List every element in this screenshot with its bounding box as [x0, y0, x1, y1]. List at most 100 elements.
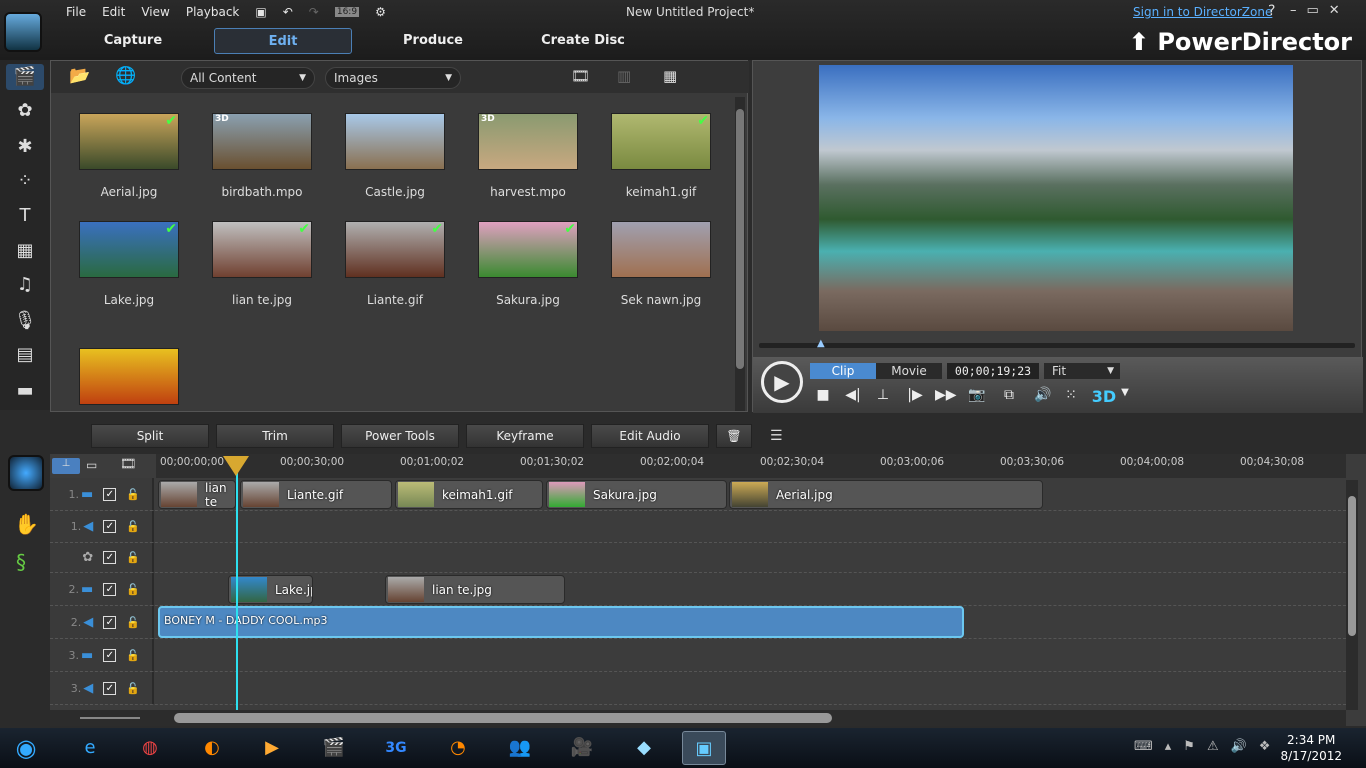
storyboard-view-icon[interactable]: ▭: [86, 458, 97, 472]
library-item[interactable]: ✔ lian te.jpg: [212, 221, 312, 307]
clip-mode-button[interactable]: Clip: [810, 363, 876, 379]
volume-icon[interactable]: 🔊: [1033, 387, 1053, 403]
track-enable-checkbox[interactable]: ✓: [103, 582, 117, 596]
playhead[interactable]: [223, 456, 249, 710]
timeline-track[interactable]: 1. ▬ ✓ 🔓 lian te Liante.gif keimah1.gif Sakura.…: [50, 478, 1346, 511]
scrubber-handle[interactable]: ▲: [817, 338, 825, 349]
upgrade-icon[interactable]: ⬆: [1129, 28, 1149, 56]
library-item[interactable]: Castle.jpg: [345, 113, 445, 199]
stop-icon[interactable]: ■: [813, 387, 833, 403]
redo-icon[interactable]: ↷: [309, 5, 319, 19]
track-lock-icon[interactable]: 🔓: [126, 488, 140, 501]
aspect-ratio-button[interactable]: 16:9: [334, 7, 360, 17]
system-tray-icons[interactable]: ⌨▴⚑⚠🔊❖: [1134, 739, 1282, 754]
library-item[interactable]: [79, 348, 179, 420]
transition-room-icon[interactable]: ▦: [10, 238, 40, 264]
save-icon[interactable]: ▣: [255, 5, 266, 19]
hand-tool-icon[interactable]: ✋: [14, 512, 39, 536]
track-enable-checkbox[interactable]: ✓: [103, 551, 117, 564]
timeline-track[interactable]: 1. ◀ ✓ 🔓: [50, 511, 1346, 543]
menu-view[interactable]: View: [141, 5, 169, 19]
library-item[interactable]: ✔ keimah1.gif: [611, 113, 711, 199]
power-tools-button[interactable]: Power Tools: [341, 424, 459, 448]
split-button[interactable]: Split: [91, 424, 209, 448]
magic-wand-hat-icon[interactable]: [8, 455, 44, 491]
track-enable-checkbox[interactable]: ✓: [103, 520, 117, 533]
sign-in-link[interactable]: Sign in to DirectorZone: [1133, 5, 1272, 19]
timeline-track[interactable]: ✿ ✓ 🔓: [50, 543, 1346, 573]
video-editor-icon[interactable]: 🎬: [312, 731, 356, 765]
add-track-icon[interactable]: 🎞: [120, 457, 137, 472]
keyframe-button[interactable]: Keyframe: [466, 424, 584, 448]
effect-room-icon[interactable]: ✿: [10, 98, 40, 124]
track-enable-checkbox[interactable]: ✓: [103, 648, 117, 662]
timeline-ruler[interactable]: 00;00;00;00 00;00;30;00 00;01;00;02 00;01;3…: [156, 454, 1346, 478]
media-player-icon[interactable]: ▶: [250, 731, 294, 765]
magic-style-icon[interactable]: §: [16, 550, 26, 574]
settings-gear-icon[interactable]: ⚙: [375, 5, 386, 19]
timeline-track[interactable]: 3. ▬ ✓ 🔓: [50, 639, 1346, 672]
track-lock-icon[interactable]: 🔓: [126, 551, 140, 564]
timeline-clip[interactable]: keimah1.gif: [395, 480, 543, 509]
subtitle-room-icon[interactable]: ▬: [10, 378, 40, 404]
next-frame-icon[interactable]: |▶: [905, 387, 925, 403]
messenger-icon[interactable]: 👥: [498, 731, 542, 765]
undock-preview-icon[interactable]: ⧉: [999, 387, 1019, 403]
powerdirector-taskbar-icon[interactable]: ▣: [682, 731, 726, 765]
3d-options-chevron-icon[interactable]: ▼: [1115, 387, 1135, 398]
menu-playback[interactable]: Playback: [186, 5, 240, 19]
timeline-clip[interactable]: Liante.gif: [240, 480, 392, 509]
insert-media-icon[interactable]: 🎞: [571, 67, 590, 85]
menu-edit[interactable]: Edit: [102, 5, 125, 19]
3g-app-icon[interactable]: 3G: [374, 731, 418, 765]
timecode-display[interactable]: 00;00;19;23: [947, 363, 1039, 379]
library-item[interactable]: Sek nawn.jpg: [611, 221, 711, 307]
timeline-clip[interactable]: lian te.jpg: [385, 575, 565, 604]
tab-create-disc[interactable]: Create Disc: [514, 28, 652, 54]
timeline-track[interactable]: 3. ◀ ✓ 🔓: [50, 672, 1346, 705]
library-scrollbar[interactable]: [735, 97, 745, 411]
track-enable-checkbox[interactable]: ✓: [103, 615, 117, 629]
library-item[interactable]: ✔ Lake.jpg: [79, 221, 179, 307]
timeline-clip[interactable]: Lake.jpg: [228, 575, 313, 604]
download-content-icon[interactable]: 🌐: [115, 66, 136, 86]
content-filter-dropdown[interactable]: All Content ▼: [181, 67, 315, 89]
timeline-clip[interactable]: lian te: [158, 480, 236, 509]
chrome-icon[interactable]: ◍: [128, 731, 172, 765]
pip-room-icon[interactable]: ✱: [10, 134, 40, 160]
timeline-track[interactable]: 2.▬ ✓ 🔓 Lake.jpg lian te.jpg: [50, 573, 1346, 606]
timeline-clip[interactable]: Sakura.jpg: [546, 480, 727, 509]
clock[interactable]: 2:34 PM 8/17/2012: [1280, 732, 1342, 764]
snapshot-camera-icon[interactable]: 📷: [967, 387, 987, 403]
split-marker-icon[interactable]: ⊥: [873, 387, 893, 403]
movie-mode-button[interactable]: Movie: [876, 363, 942, 379]
notes-app-icon[interactable]: ◆: [622, 731, 666, 765]
tab-capture[interactable]: Capture: [64, 28, 202, 54]
timeline-vertical-scrollbar[interactable]: [1346, 480, 1358, 710]
display-options-icon[interactable]: ⁙: [1061, 387, 1081, 403]
movie-maker-icon[interactable]: 🎥: [560, 731, 604, 765]
preview-scrubber[interactable]: ▲: [759, 338, 1355, 349]
firefox-icon[interactable]: ◐: [190, 731, 234, 765]
sort-view-icon[interactable]: ▦: [663, 67, 677, 85]
edit-audio-button[interactable]: Edit Audio: [591, 424, 709, 448]
media-type-dropdown[interactable]: Images ▼: [325, 67, 461, 89]
help-button[interactable]: ?: [1268, 3, 1275, 19]
fast-forward-icon[interactable]: ▶▶: [935, 387, 957, 403]
tab-edit[interactable]: Edit: [214, 28, 352, 54]
timeline-clip[interactable]: Aerial.jpg: [729, 480, 1043, 509]
menu-file[interactable]: File: [66, 5, 86, 19]
audio-mixing-icon[interactable]: ♫: [10, 272, 40, 298]
scrollbar-thumb[interactable]: [174, 713, 832, 723]
tab-produce[interactable]: Produce: [364, 28, 502, 54]
library-item[interactable]: ✔ Liante.gif: [345, 221, 445, 307]
timeline-view-icon[interactable]: ⊥: [52, 458, 80, 474]
play-button[interactable]: ▶: [761, 361, 803, 403]
track-lock-icon[interactable]: 🔓: [126, 616, 140, 629]
particle-room-icon[interactable]: ⁘: [10, 168, 40, 194]
track-enable-checkbox[interactable]: ✓: [103, 681, 117, 695]
voice-over-icon[interactable]: 🎙: [10, 308, 40, 334]
zoom-dropdown[interactable]: Fit ▼: [1044, 363, 1120, 379]
start-button-icon[interactable]: ◉: [4, 731, 48, 765]
track-lock-icon[interactable]: 🔓: [126, 682, 140, 695]
